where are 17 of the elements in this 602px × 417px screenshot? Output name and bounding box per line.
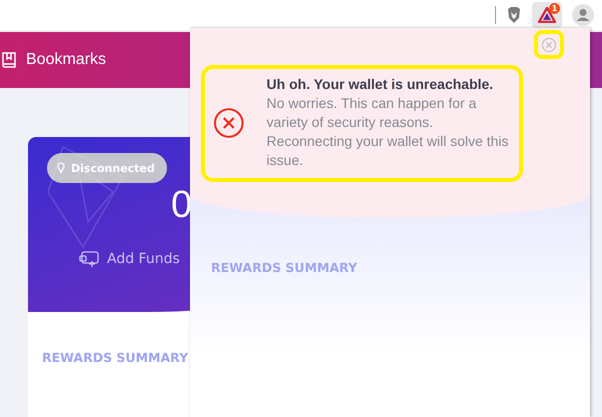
status-pill: Disconnected (47, 153, 167, 183)
section-heading: REWARDS SUMMARY (210, 259, 358, 275)
book-icon (2, 52, 16, 68)
rewards-extension-button[interactable]: 1 (532, 2, 562, 28)
section-heading: REWARDS SUMMARY (41, 349, 190, 365)
profile-avatar-icon[interactable] (572, 4, 594, 26)
notification-badge: 1 (549, 3, 560, 14)
balance-amount: 0 (171, 183, 194, 227)
alert-message: No worries. This can happen for a variety of security reasons. Reconnecting your wallet will solve this issue. (266, 94, 510, 170)
page-title: Bookmarks (26, 51, 106, 69)
location-pin-icon (57, 162, 65, 174)
alert-title: Uh oh. Your wallet is unreachable. (266, 75, 494, 94)
lion-shield-icon[interactable] (506, 6, 522, 24)
triangle-logo-icon (538, 7, 556, 23)
close-icon (545, 40, 553, 48)
wallet-plus-icon (79, 251, 99, 267)
error-icon (213, 106, 245, 138)
